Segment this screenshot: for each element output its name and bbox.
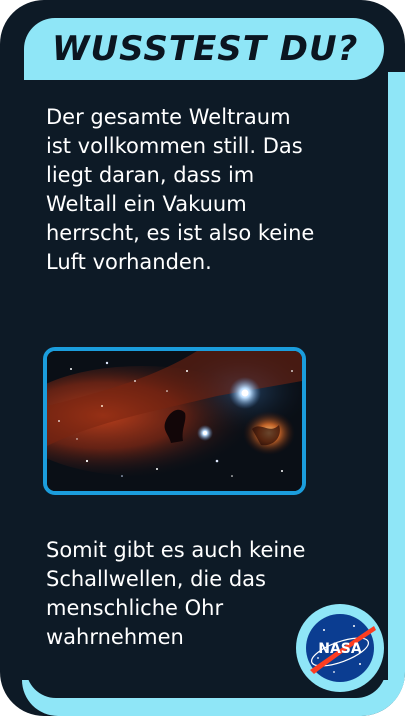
nasa-meatball-icon: NASA (306, 614, 376, 682)
nebula-photo (43, 347, 306, 495)
fact-text-conclusion: Somit gibt es auch keine Schallwellen, d… (46, 538, 306, 649)
card-frame-right (388, 72, 405, 702)
nasa-logo: NASA (296, 604, 384, 692)
title-banner: WUSSTEST DU? (24, 18, 384, 80)
fact-text-intro: Der gesamte Weltraum ist vollkommen stil… (46, 105, 315, 274)
nebula-image (47, 351, 302, 491)
nasa-logo-text: NASA (318, 641, 362, 657)
card-title: WUSSTEST DU? (52, 29, 359, 69)
fact-card: WUSSTEST DU? Der gesamte Weltraum ist vo… (0, 0, 405, 716)
